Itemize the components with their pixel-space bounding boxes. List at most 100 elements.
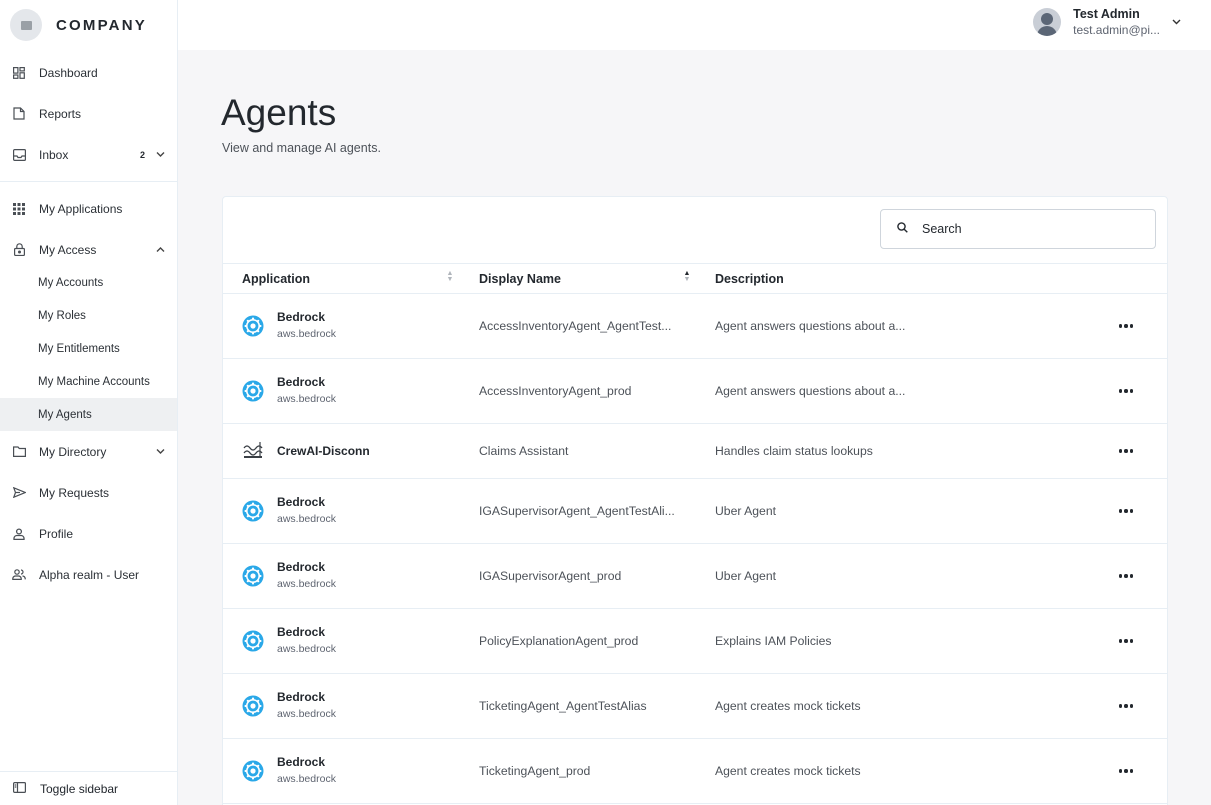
nav-my-directory[interactable]: My Directory bbox=[0, 431, 177, 472]
user-menu[interactable]: Test Admin test.admin@pi... bbox=[1033, 7, 1181, 37]
toggle-sidebar-label: Toggle sidebar bbox=[40, 781, 119, 796]
nav-profile-label: Profile bbox=[39, 526, 74, 541]
sidebar: COMPANY Dashboard Reports Inbox 2 My App… bbox=[0, 0, 178, 805]
more-actions-button[interactable] bbox=[1116, 316, 1136, 336]
application-id: aws.bedrock bbox=[277, 513, 336, 525]
more-actions-button[interactable] bbox=[1116, 501, 1136, 521]
sidebar-toggle-icon bbox=[13, 781, 27, 796]
more-actions-button[interactable] bbox=[1116, 566, 1136, 586]
display-name-cell: IGASupervisorAgent_prod bbox=[479, 569, 622, 583]
user-name: Test Admin bbox=[1073, 7, 1140, 21]
application-name: Bedrock bbox=[277, 310, 326, 324]
company-name: COMPANY bbox=[56, 16, 147, 34]
nav-my-roles[interactable]: My Roles bbox=[0, 299, 177, 332]
page-subtitle: View and manage AI agents. bbox=[222, 141, 381, 155]
column-header-description: Description bbox=[715, 272, 784, 286]
dashboard-icon bbox=[12, 66, 26, 80]
bedrock-icon bbox=[242, 630, 264, 652]
table-row[interactable]: Bedrock aws.bedrock TicketingAgent_Agent… bbox=[223, 674, 1167, 739]
inbox-icon bbox=[12, 148, 26, 162]
more-actions-button[interactable] bbox=[1116, 381, 1136, 401]
application-id: aws.bedrock bbox=[277, 393, 336, 405]
application-id: aws.bedrock bbox=[277, 773, 336, 785]
folder-icon bbox=[12, 445, 26, 459]
table-row[interactable]: Bedrock aws.bedrock PolicyExplanationAge… bbox=[223, 609, 1167, 674]
nav-inbox[interactable]: Inbox 2 bbox=[0, 134, 177, 175]
more-actions-button[interactable] bbox=[1116, 631, 1136, 651]
application-name: Bedrock bbox=[277, 560, 326, 574]
table-row[interactable]: Bedrock aws.bedrock TicketingAgent_prod … bbox=[223, 739, 1167, 804]
application-name: Bedrock bbox=[277, 625, 326, 639]
user-email: test.admin@pi... bbox=[1073, 23, 1160, 37]
chevron-up-icon bbox=[156, 244, 165, 255]
lock-icon bbox=[12, 243, 26, 257]
nav-my-agents[interactable]: My Agents bbox=[0, 398, 177, 431]
nav-reports[interactable]: Reports bbox=[0, 93, 177, 134]
nav-my-requests-label: My Requests bbox=[39, 485, 110, 500]
top-bar: Test Admin test.admin@pi... bbox=[178, 0, 1211, 50]
crewai-icon bbox=[242, 440, 264, 462]
people-icon bbox=[12, 568, 26, 582]
description-cell: Agent answers questions about a... bbox=[715, 384, 906, 398]
application-id: aws.bedrock bbox=[277, 643, 336, 655]
table-row[interactable]: Bedrock aws.bedrock AccessInventoryAgent… bbox=[223, 359, 1167, 424]
inbox-count-badge: 2 bbox=[139, 149, 145, 160]
nav-divider bbox=[0, 181, 177, 182]
description-cell: Explains IAM Policies bbox=[715, 634, 832, 648]
application-id: aws.bedrock bbox=[277, 708, 336, 720]
table-header: Application ▲ ▼ Display Name ▲ ▼ Descripti… bbox=[223, 263, 1167, 294]
application-id: aws.bedrock bbox=[277, 328, 336, 340]
application-name: Bedrock bbox=[277, 755, 326, 769]
nav-dashboard[interactable]: Dashboard bbox=[0, 52, 177, 93]
column-header-display-name[interactable]: Display Name bbox=[479, 272, 561, 286]
agents-table-card: Application ▲▼ Display Name ▲▼ Descripti… bbox=[222, 196, 1168, 805]
nav-realm-user[interactable]: Alpha realm - User bbox=[0, 554, 177, 595]
bedrock-icon bbox=[242, 380, 264, 402]
nav-profile[interactable]: Profile bbox=[0, 513, 177, 554]
display-name-cell: TicketingAgent_AgentTestAlias bbox=[479, 699, 647, 713]
nav-my-access-label: My Access bbox=[39, 242, 97, 257]
nav-my-applications[interactable]: My Applications bbox=[0, 188, 177, 229]
display-name-cell: Claims Assistant bbox=[479, 444, 569, 458]
report-icon bbox=[12, 107, 26, 121]
nav-my-accounts[interactable]: My Accounts bbox=[0, 266, 177, 299]
more-actions-button[interactable] bbox=[1116, 761, 1136, 781]
bedrock-icon bbox=[242, 500, 264, 522]
display-name-cell: TicketingAgent_prod bbox=[479, 764, 591, 778]
sort-ascending-icon[interactable]: ▲ ▼ bbox=[683, 270, 691, 283]
search-input[interactable] bbox=[922, 222, 1122, 236]
column-header-application[interactable]: Application bbox=[242, 272, 310, 286]
apps-grid-icon bbox=[12, 202, 26, 216]
chevron-down-icon bbox=[1172, 17, 1181, 28]
brand[interactable]: COMPANY bbox=[0, 0, 177, 50]
bedrock-icon bbox=[242, 315, 264, 337]
table-row[interactable]: CrewAI-Disconn Claims Assistant Handles … bbox=[223, 424, 1167, 479]
description-cell: Agent creates mock tickets bbox=[715, 764, 861, 778]
nav-my-entitlements[interactable]: My Entitlements bbox=[0, 332, 177, 365]
display-name-cell: AccessInventoryAgent_prod bbox=[479, 384, 632, 398]
sort-icon[interactable]: ▲ ▼ bbox=[446, 270, 454, 283]
nav-inbox-label: Inbox bbox=[39, 147, 69, 162]
display-name-cell: PolicyExplanationAgent_prod bbox=[479, 634, 639, 648]
page-title: Agents bbox=[221, 92, 337, 133]
description-cell: Uber Agent bbox=[715, 569, 776, 583]
nav-my-requests[interactable]: My Requests bbox=[0, 472, 177, 513]
display-name-cell: AccessInventoryAgent_AgentTest... bbox=[479, 319, 672, 333]
table-row[interactable]: Bedrock aws.bedrock IGASupervisorAgent_p… bbox=[223, 544, 1167, 609]
search-box[interactable] bbox=[880, 209, 1156, 249]
toggle-sidebar-button[interactable]: Toggle sidebar bbox=[0, 771, 178, 805]
table-row[interactable]: Bedrock aws.bedrock AccessInventoryAgent… bbox=[223, 294, 1167, 359]
application-name: Bedrock bbox=[277, 375, 326, 389]
nav-my-access[interactable]: My Access bbox=[0, 229, 177, 270]
application-id: aws.bedrock bbox=[277, 578, 336, 590]
bedrock-icon bbox=[242, 760, 264, 782]
more-actions-button[interactable] bbox=[1116, 441, 1136, 461]
table-row[interactable]: Bedrock aws.bedrock IGASupervisorAgent_A… bbox=[223, 479, 1167, 544]
bedrock-icon bbox=[242, 565, 264, 587]
more-actions-button[interactable] bbox=[1116, 696, 1136, 716]
application-name: CrewAI-Disconn bbox=[277, 444, 370, 458]
nav-my-directory-label: My Directory bbox=[39, 444, 107, 459]
nav-my-machine-accounts[interactable]: My Machine Accounts bbox=[0, 365, 177, 398]
nav-realm-user-label: Alpha realm - User bbox=[39, 567, 140, 582]
display-name-cell: IGASupervisorAgent_AgentTestAli... bbox=[479, 504, 675, 518]
